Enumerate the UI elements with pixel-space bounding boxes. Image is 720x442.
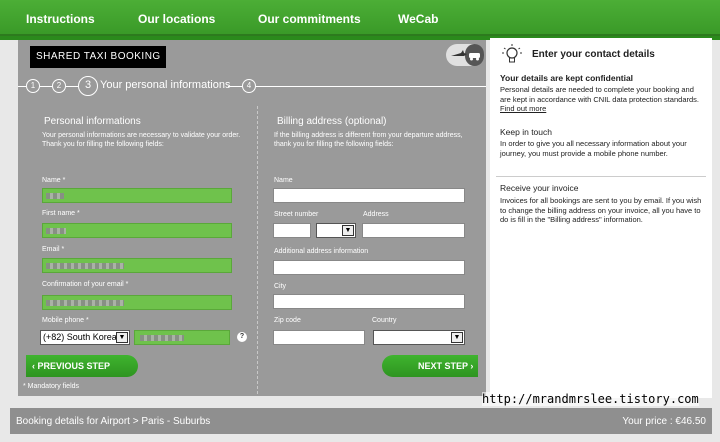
nav-our-locations[interactable]: Our locations [138,12,215,26]
zip-code-input[interactable] [273,330,365,345]
address-input[interactable] [362,223,465,238]
find-out-more-link[interactable]: Find out more [500,104,546,113]
step-line [18,86,26,87]
chevron-down-icon: ▼ [116,332,128,343]
lightbulb-icon [502,44,522,63]
step-2: 2 [52,79,66,93]
name-label: Name * [42,177,66,184]
billing-address-note: If the billing address is different from… [274,132,463,148]
step-3-active: 3 [78,76,98,96]
email-input[interactable] [42,258,232,273]
next-step-button[interactable]: NEXT STEP › [382,355,478,377]
confirm-email-label: Confirmation of your email * [42,281,129,288]
additional-address-label: Additional address information [274,248,369,255]
personal-info-title: Personal informations [44,116,141,127]
first-name-label: First name * [42,210,80,217]
step-line [256,86,486,87]
column-divider [257,106,258,394]
street-type-select[interactable]: ▼ [316,223,356,238]
shared-taxi-badge: SHARED TAXI BOOKING [30,46,166,68]
first-name-input[interactable] [42,223,232,238]
nav-wecab[interactable]: WeCab [398,12,438,26]
chevron-down-icon: ▼ [451,332,463,343]
email-label: Email * [42,246,65,253]
previous-step-button[interactable]: ‹ PREVIOUS STEP [26,355,138,377]
additional-address-input[interactable] [273,260,465,275]
taxi-plane-icon [446,44,484,66]
sidebar-divider [496,176,706,177]
price-text: Your price : €46.50 [622,416,706,427]
address-label: Address [363,211,389,218]
confirm-email-input[interactable] [42,295,232,310]
confidential-heading: Your details are kept confidential [500,73,634,83]
step-line [66,86,78,87]
contact-help-sidebar: Enter your contact details Your details … [490,38,712,398]
street-number-label: Street number [274,211,319,218]
name-input[interactable] [42,188,232,203]
street-number-input[interactable] [273,223,311,238]
city-input[interactable] [273,294,465,309]
step-4: 4 [242,79,256,93]
invoice-text: Invoices for all bookings are sent to yo… [500,196,702,224]
billing-name-label: Name [274,177,293,184]
country-code-value: (+82) South Korea [43,332,117,342]
step-line [40,86,52,87]
country-code-select[interactable]: (+82) South Korea ▼ [40,330,130,345]
top-nav: Instructions Our locations Our commitmen… [0,0,720,36]
billing-address-title: Billing address (optional) [277,116,387,127]
city-label: City [274,283,287,290]
zip-code-label: Zip code [274,317,301,324]
help-icon[interactable]: ? [237,332,247,342]
mandatory-fields-note: * Mandatory fields [23,383,80,390]
billing-name-input[interactable] [273,188,465,203]
mobile-phone-input[interactable] [134,330,230,345]
nav-instructions[interactable]: Instructions [26,12,95,26]
mobile-phone-label: Mobile phone * [42,317,89,324]
booking-details-text: Booking details for Airport > Paris - Su… [16,416,211,427]
country-select[interactable]: ▼ [373,330,465,345]
booking-form-panel: SHARED TAXI BOOKING 1 2 3 Your personal … [18,40,486,396]
invoice-heading: Receive your invoice [500,183,579,193]
keep-in-touch-text: In order to give you all necessary infor… [500,139,687,158]
active-step-label: Your personal informations [100,79,231,91]
chevron-right-icon: › [470,361,474,371]
chevron-left-icon: ‹ [32,361,35,371]
step-indicator: 1 2 3 Your personal informations 4 [18,76,486,96]
blog-watermark: http://mrandmrslee.tistory.com [482,392,699,406]
confidential-text: Personal details are needed to complete … [500,85,699,113]
keep-in-touch-heading: Keep in touch [500,127,552,137]
step-line [228,86,242,87]
chevron-down-icon: ▼ [342,225,354,236]
step-1: 1 [26,79,40,93]
nav-our-commitments[interactable]: Our commitments [258,12,361,26]
personal-info-note: Your personal informations are necessary… [42,132,241,148]
booking-summary-bar[interactable]: Booking details for Airport > Paris - Su… [10,408,712,434]
sidebar-title: Enter your contact details [532,49,655,60]
country-label: Country [372,317,397,324]
